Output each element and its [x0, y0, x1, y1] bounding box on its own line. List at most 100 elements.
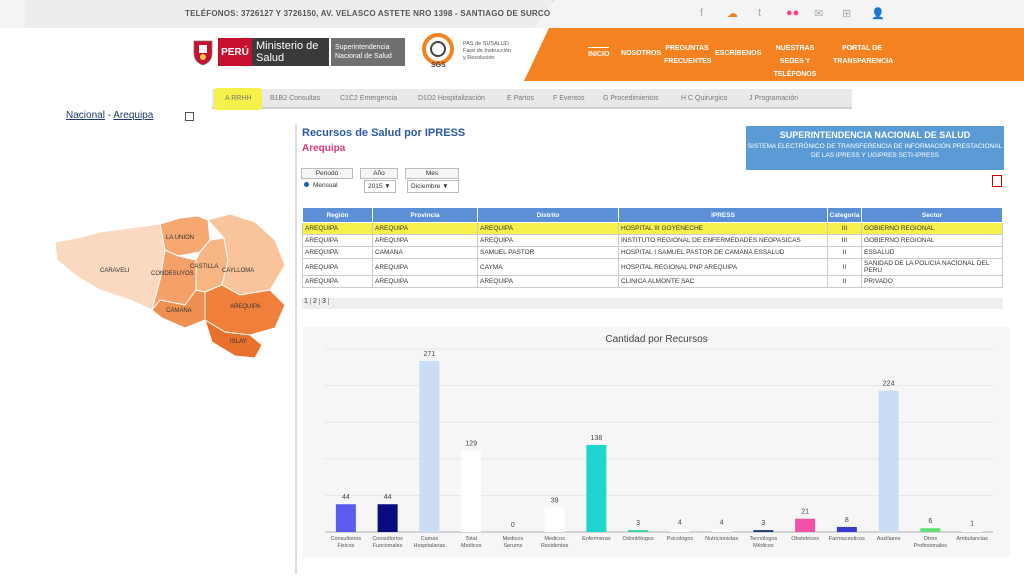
- periodo-value: Mensual: [313, 182, 338, 189]
- x-tick-label-14: Otros Profesionales: [914, 536, 948, 549]
- x-tick-label-3: Total Medicos: [461, 536, 482, 549]
- arequipa-map: LA UNION CARAVELI CONDESUYOS CASTILLA CA…: [54, 213, 286, 359]
- page-1[interactable]: 1: [302, 298, 311, 305]
- nav-nosotros[interactable]: NOSOTROS: [621, 47, 661, 60]
- x-tick-label-7: Odontólogos: [623, 536, 654, 542]
- bar-3[interactable]: [461, 450, 482, 532]
- sgs-seal-icon: SGS: [422, 33, 454, 69]
- bar-13[interactable]: [878, 390, 899, 532]
- bar-10[interactable]: [753, 530, 774, 532]
- table-cell: AREQUIPA: [302, 234, 373, 247]
- data-label-1: 44: [384, 494, 392, 501]
- map-label-condesuyos: CONDESUYOS: [151, 271, 194, 277]
- bar-8[interactable]: [669, 529, 690, 532]
- data-label-7: 3: [636, 520, 640, 527]
- report-title: Recursos de Salud por IPRESS: [302, 127, 466, 139]
- bar-14[interactable]: [920, 528, 941, 532]
- periodo-label: Periodo: [301, 168, 353, 179]
- col-sector[interactable]: Sector: [861, 207, 1003, 223]
- sitemap-icon[interactable]: ⊞: [842, 7, 851, 20]
- table-cell: II: [827, 246, 862, 259]
- table-cell: CAMANA: [372, 246, 478, 259]
- col-provincia[interactable]: Provincia: [372, 207, 478, 223]
- col-categoria[interactable]: Categoría: [827, 207, 862, 223]
- data-label-4: 0: [511, 522, 515, 529]
- x-tick-label-13: Auxiliares: [877, 536, 901, 542]
- bar-0[interactable]: [335, 504, 356, 532]
- table-row[interactable]: AREQUIPA AREQUIPA AREQUIPA HOSPITAL III GOY…: [302, 222, 1003, 235]
- susalud-logo[interactable]: Superintendencia Nacional de Salud: [331, 38, 405, 66]
- page-3[interactable]: 3: [320, 298, 329, 305]
- nav-sedes[interactable]: NUESTRAS SEDES Y TELÉFONOS: [763, 42, 827, 81]
- ministerio-logo[interactable]: Ministerio de Salud: [252, 38, 329, 66]
- ipress-table: Región Provincia Distrito IPRESS Categor…: [302, 207, 1003, 288]
- mes-select[interactable]: Diciembre ▼: [407, 180, 459, 193]
- table-row[interactable]: AREQUIPA AREQUIPA CAYMA HOSPITAL REGIONAL P…: [302, 258, 1003, 276]
- bar-12[interactable]: [836, 526, 857, 532]
- bar-6[interactable]: [586, 444, 607, 532]
- tab-consultas[interactable]: B1B2 Consultas: [270, 95, 320, 102]
- report-subtitle: Arequipa: [302, 143, 346, 154]
- table-cell: AREQUIPA: [302, 258, 373, 276]
- bar-2[interactable]: [419, 360, 440, 532]
- tab-procedimientos[interactable]: G Procedimientos: [603, 95, 659, 102]
- twitter-icon[interactable]: t: [758, 7, 761, 19]
- mail-icon[interactable]: ✉: [814, 7, 823, 20]
- x-tick-label-1: Consultorios Funcionales: [372, 536, 403, 549]
- resources-bar-chart: 44Consultorios Fisicos44Consultorios Funci…: [325, 348, 993, 549]
- bar-5[interactable]: [544, 507, 565, 532]
- soundcloud-icon[interactable]: ☁: [727, 7, 738, 20]
- tab-quirurgico[interactable]: H C Quirurgico: [681, 95, 727, 102]
- pdf-export-icon[interactable]: [992, 175, 1002, 187]
- bar-1[interactable]: [377, 504, 398, 532]
- bar-7[interactable]: [628, 530, 649, 532]
- peru-logo[interactable]: PERÚ: [218, 38, 252, 66]
- table-row[interactable]: AREQUIPA CAMANA SAMUEL PASTOR HOSPITAL I SA…: [302, 246, 1003, 259]
- user-icon[interactable]: 👤: [871, 7, 885, 20]
- x-tick-label-11: Obstetrices: [791, 536, 819, 542]
- data-label-11: 21: [801, 509, 809, 516]
- table-cell: AREQUIPA: [302, 246, 373, 259]
- nav-inicio[interactable]: INICIO: [588, 47, 610, 61]
- x-tick-label-10: Tecnólogos Médicos: [749, 536, 777, 549]
- table-row[interactable]: AREQUIPA AREQUIPA AREQUIPA CLINICA ALMONTE …: [302, 275, 1003, 288]
- bar-9[interactable]: [711, 529, 732, 532]
- anio-select[interactable]: 2015 ▼: [364, 180, 396, 193]
- tab-eventos[interactable]: F Eventos: [553, 95, 585, 102]
- breadcrumb-separator: -: [104, 110, 114, 121]
- tab-rrhh[interactable]: A RRHH: [225, 95, 251, 102]
- col-distrito[interactable]: Distrito: [477, 207, 619, 223]
- table-cell: AREQUIPA: [477, 222, 619, 235]
- flickr-icon[interactable]: ●●: [786, 7, 799, 19]
- tab-programacion[interactable]: J Programación: [749, 95, 798, 102]
- bar-15[interactable]: [962, 530, 983, 533]
- data-label-8: 4: [678, 519, 682, 526]
- radio-selected-icon[interactable]: [304, 182, 309, 187]
- tab-emergencia[interactable]: C1C2 Emergencia: [340, 95, 397, 102]
- calendar-icon[interactable]: [185, 112, 194, 121]
- page-2[interactable]: 2: [311, 298, 320, 305]
- breadcrumb-nacional[interactable]: Nacional: [66, 110, 105, 121]
- nav-escribenos[interactable]: ESCRÍBENOS: [715, 47, 761, 60]
- tab-hospitalizacion[interactable]: D1D2 Hospitalización: [418, 95, 485, 102]
- bar-11[interactable]: [795, 518, 816, 532]
- col-region[interactable]: Región: [302, 207, 373, 223]
- table-cell: HOSPITAL REGIONAL PNP AREQUIPA: [618, 258, 828, 276]
- x-tick-label-15: Ambulancias: [956, 536, 988, 542]
- data-label-14: 6: [928, 518, 932, 525]
- table-cell: HOSPITAL I SAMUEL PASTOR DE CAMANA ESSAL…: [618, 246, 828, 259]
- table-cell: AREQUIPA: [477, 275, 619, 288]
- data-label-6: 138: [591, 435, 603, 442]
- periodo-option[interactable]: Mensual: [301, 180, 353, 193]
- facebook-icon[interactable]: f: [700, 7, 703, 19]
- data-label-10: 3: [761, 520, 765, 527]
- table-cell: AREQUIPA: [372, 234, 478, 247]
- tab-partos[interactable]: E Partos: [507, 95, 534, 102]
- breadcrumb-region[interactable]: Arequipa: [113, 110, 153, 121]
- map-label-camana: CAMANA: [166, 308, 192, 314]
- table-row[interactable]: AREQUIPA AREQUIPA AREQUIPA INSTITUTO REGION…: [302, 234, 1003, 247]
- col-ipress[interactable]: IPRESS: [618, 207, 828, 223]
- nav-transparencia[interactable]: PORTAL DE TRANSPARENCIA: [833, 42, 893, 68]
- nav-preguntas[interactable]: PREGUNTAS FRECUENTES: [664, 42, 711, 68]
- table-cell: SAMUEL PASTOR: [477, 246, 619, 259]
